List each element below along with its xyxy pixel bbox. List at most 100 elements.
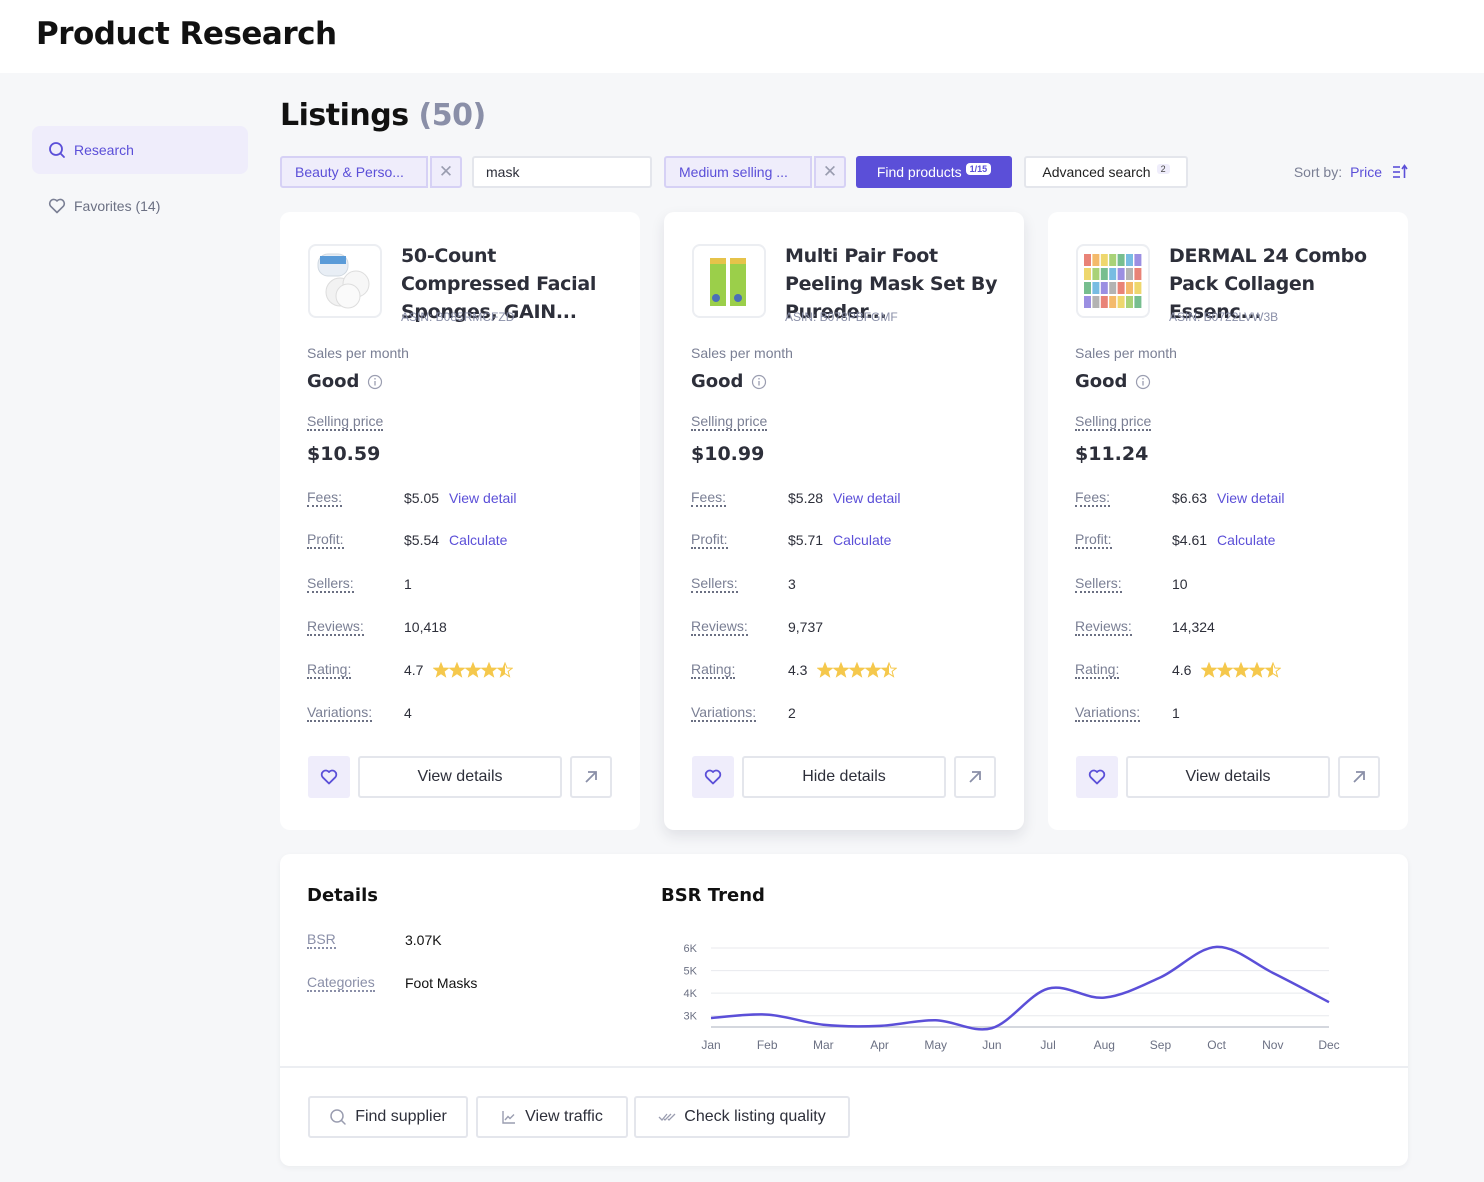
- star-full-icon: [433, 662, 450, 678]
- calculate-profit-link[interactable]: Calculate: [449, 532, 507, 548]
- sidebar-item-label: Favorites (14): [74, 198, 161, 214]
- arrow-up-right-icon: [1353, 771, 1365, 783]
- sellers-value: 3: [788, 576, 796, 592]
- category-chip-label[interactable]: Beauty & Perso...: [280, 156, 428, 188]
- reviews-label: Reviews:: [691, 618, 748, 636]
- product-asin: ASIN: B0722LVW3B: [1169, 310, 1279, 324]
- view-fee-detail-link[interactable]: View detail: [833, 490, 900, 506]
- open-external-button[interactable]: [1338, 756, 1380, 798]
- x-tick-label: Apr: [870, 1038, 889, 1052]
- remove-category-filter-button[interactable]: ✕: [430, 156, 462, 188]
- sort-value[interactable]: Price: [1350, 164, 1382, 180]
- arrow-up-right-icon: [585, 771, 597, 783]
- mask-pack-tile: [1100, 282, 1108, 294]
- star-full-icon: [833, 662, 850, 678]
- advanced-search-label: Advanced search: [1042, 164, 1151, 180]
- mask-pack-tile: [1134, 254, 1142, 266]
- x-tick-label: Jun: [982, 1038, 1001, 1052]
- mask-pack-tile: [1092, 254, 1100, 266]
- reviews-row: Reviews: 14,324: [1075, 617, 1385, 637]
- open-external-button[interactable]: [570, 756, 612, 798]
- fees-row: Fees: $5.05 View detail: [307, 488, 617, 508]
- find-products-button[interactable]: Find products 1/15: [856, 156, 1012, 188]
- advanced-search-badge: 2: [1156, 164, 1170, 174]
- search-input[interactable]: [472, 156, 652, 188]
- x-tick-label: Aug: [1094, 1038, 1115, 1052]
- fees-value: $6.63: [1172, 490, 1208, 506]
- check-listing-quality-button[interactable]: Check listing quality: [634, 1096, 850, 1138]
- selling-price-value: $10.59: [307, 443, 381, 465]
- x-tick-label: Feb: [757, 1038, 778, 1052]
- mask-pack-tile: [1084, 282, 1091, 294]
- bsr-trend-chart: 3K 4K 5K 6K Jan Feb Mar Apr May Jun Jul Aug Sep Oct No…: [684, 943, 1340, 1052]
- mask-pack-tile: [1109, 282, 1117, 294]
- sort-ascending-icon[interactable]: [1392, 164, 1408, 180]
- heart-icon: [704, 769, 722, 785]
- sidebar-item-research[interactable]: Research: [32, 126, 248, 174]
- find-supplier-button[interactable]: Find supplier: [308, 1096, 468, 1138]
- sales-chip-label[interactable]: Medium selling ...: [664, 156, 812, 188]
- profit-row: Profit: $4.61 Calculate: [1075, 530, 1385, 550]
- search-icon: [49, 142, 65, 158]
- fees-label: Fees:: [1075, 489, 1111, 507]
- reviews-value: 14,324: [1172, 619, 1215, 635]
- favorite-button[interactable]: [1076, 756, 1118, 798]
- close-icon: ✕: [822, 162, 838, 181]
- listings-count: (50): [418, 98, 487, 133]
- view-details-button[interactable]: View details: [1126, 756, 1330, 798]
- profit-label: Profit:: [1075, 531, 1112, 549]
- calculate-profit-link[interactable]: Calculate: [833, 532, 891, 548]
- view-fee-detail-link[interactable]: View detail: [449, 490, 516, 506]
- star-full-icon: [849, 662, 866, 678]
- product-asin: ASIN: B085RMCFZD: [401, 310, 515, 324]
- mask-pack-tile: [1134, 282, 1142, 294]
- x-tick-label: Jul: [1040, 1038, 1055, 1052]
- mask-pack-tile: [1134, 268, 1142, 280]
- profit-value: $5.71: [788, 532, 824, 548]
- heart-icon: [1088, 769, 1106, 785]
- mask-pack-tile: [1100, 254, 1108, 266]
- y-tick-label: 6K: [684, 943, 698, 955]
- fees-value: $5.28: [788, 490, 824, 506]
- app-title: Product Research: [36, 16, 337, 52]
- y-tick-label: 5K: [684, 966, 698, 978]
- star-full-icon: [449, 662, 466, 678]
- mask-pack-tile: [1100, 296, 1108, 308]
- open-external-button[interactable]: [954, 756, 996, 798]
- view-traffic-button[interactable]: View traffic: [476, 1096, 628, 1138]
- categories-value: Foot Masks: [405, 975, 478, 991]
- rating-row: Rating: 4.7: [307, 660, 617, 680]
- hide-details-button[interactable]: Hide details: [742, 756, 946, 798]
- advanced-search-button[interactable]: Advanced search 2: [1024, 156, 1188, 188]
- details-title: Details: [307, 885, 378, 906]
- sales-per-month-value: Good: [307, 371, 383, 392]
- x-tick-label: Mar: [813, 1038, 834, 1052]
- info-icon[interactable]: [1135, 374, 1151, 390]
- remove-sales-filter-button[interactable]: ✕: [814, 156, 846, 188]
- favorite-button[interactable]: [308, 756, 350, 798]
- view-fee-detail-link[interactable]: View detail: [1217, 490, 1284, 506]
- bsr-value: 3.07K: [405, 932, 442, 948]
- mask-pack-tile: [1109, 268, 1117, 280]
- listings-title-text: Listings: [280, 98, 409, 133]
- find-products-label: Find products: [876, 164, 962, 180]
- favorite-button[interactable]: [692, 756, 734, 798]
- reviews-value: 9,737: [788, 619, 824, 635]
- calculate-profit-link[interactable]: Calculate: [1217, 532, 1275, 548]
- filter-bar: Beauty & Perso... ✕ Medium selling ... ✕…: [280, 156, 1408, 188]
- sidebar-item-favorites[interactable]: Favorites (14): [32, 182, 248, 230]
- mask-pack-tile: [1109, 254, 1117, 266]
- profit-value: $4.61: [1172, 532, 1208, 548]
- star-full-icon: [481, 662, 498, 678]
- product-thumbnail: [308, 244, 382, 318]
- reviews-label: Reviews:: [307, 618, 364, 636]
- sales-per-month-value: Good: [691, 371, 767, 392]
- rating-value: 4.7: [404, 662, 424, 678]
- line-chart-icon: [502, 1111, 516, 1124]
- info-icon[interactable]: [367, 374, 383, 390]
- variations-value: 1: [1172, 705, 1180, 721]
- info-icon[interactable]: [751, 374, 767, 390]
- rating-label: Rating:: [307, 661, 352, 679]
- view-details-button[interactable]: View details: [358, 756, 562, 798]
- sellers-row: Sellers: 10: [1075, 574, 1385, 594]
